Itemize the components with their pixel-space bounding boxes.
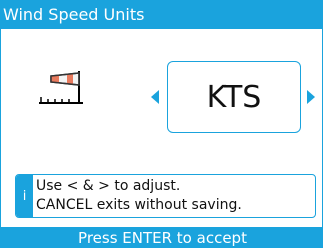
hint-line-adjust: Use < & > to adjust. xyxy=(36,178,181,194)
footer-text: Press ENTER to accept xyxy=(78,229,247,247)
info-label: i xyxy=(22,188,27,204)
units-value: KTS xyxy=(206,79,262,115)
increase-arrow-icon[interactable] xyxy=(307,90,315,104)
decrease-arrow-icon[interactable] xyxy=(151,90,159,104)
footer-bar: Press ENTER to accept xyxy=(1,227,323,247)
title-bar: Wind Speed Units xyxy=(1,1,323,29)
hint-panel: i Use < & > to adjust. CANCEL exits with… xyxy=(15,174,316,218)
page-title: Wind Speed Units xyxy=(3,5,145,24)
windsock-icon xyxy=(39,71,83,104)
hint-line-cancel: CANCEL exits without saving. xyxy=(36,197,242,213)
info-icon: i xyxy=(16,175,33,217)
units-value-box[interactable]: KTS xyxy=(167,61,301,133)
hint-text: Use < & > to adjust. CANCEL exits withou… xyxy=(36,177,313,215)
